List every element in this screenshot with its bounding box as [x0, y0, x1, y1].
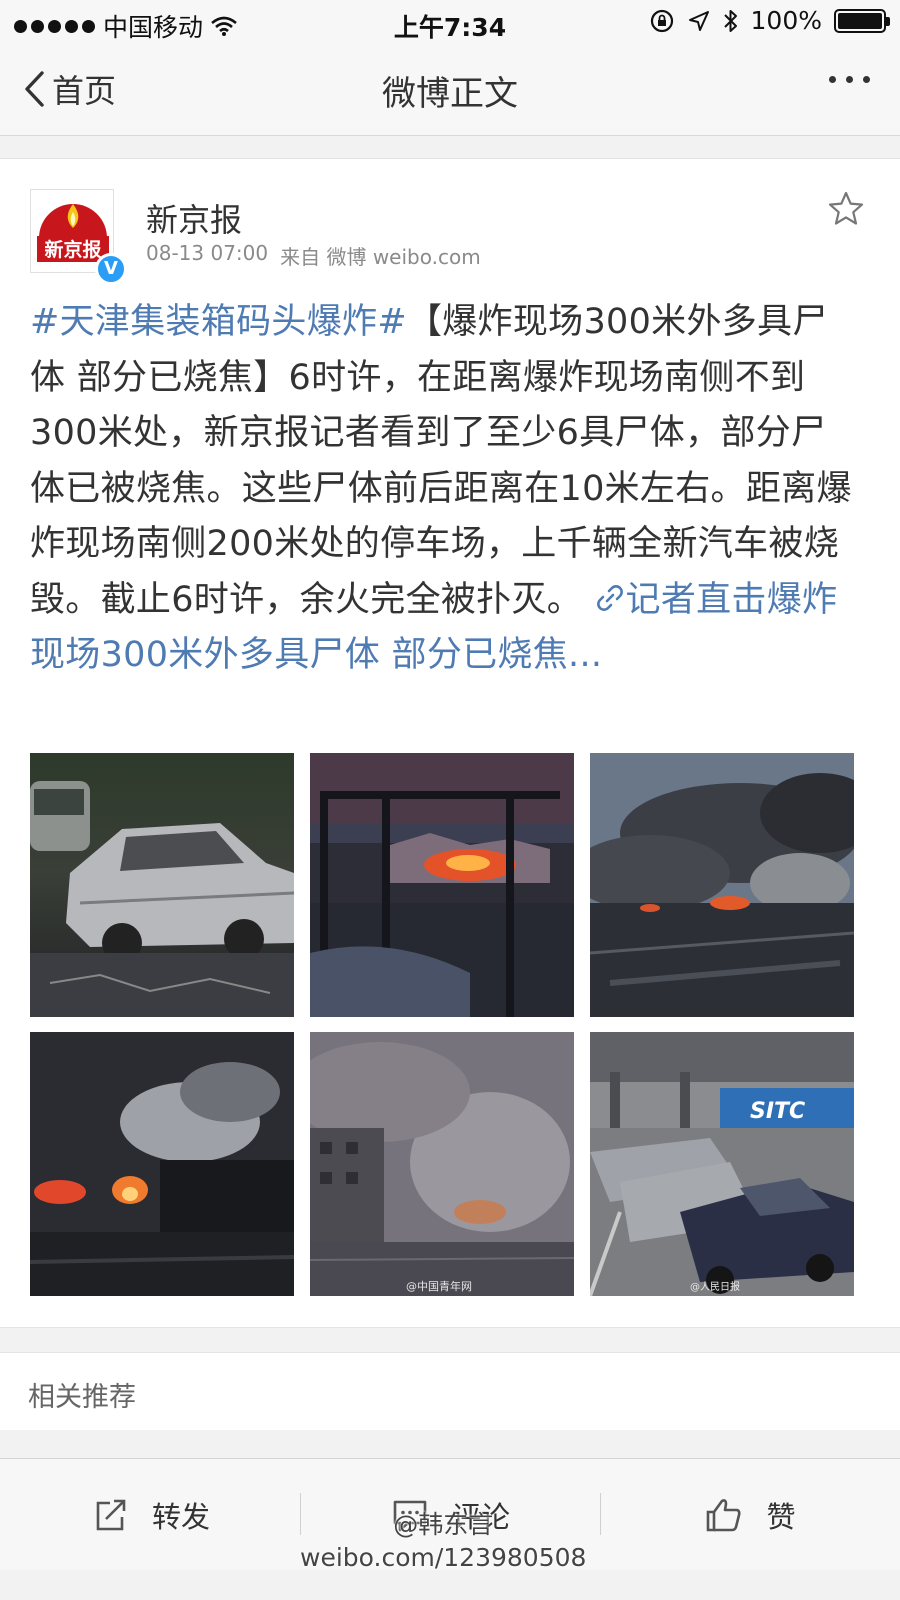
photo-watermark-cyol: @中国青年网	[406, 1279, 472, 1293]
more-dot-icon	[846, 76, 853, 83]
like-button[interactable]: 赞	[600, 1459, 900, 1570]
photo-night-fire[interactable]	[30, 1032, 294, 1296]
battery-fill	[838, 12, 882, 29]
repost-icon	[96, 1499, 126, 1530]
post-body: #天津集装箱码头爆炸#【爆炸现场300米外多具尸体 部分已烧焦】6时许，在距离爆…	[30, 295, 860, 684]
damaged-cars-image: SITC @人民日报	[590, 1032, 854, 1296]
post-meta: 08-13 07:00 来自 微博 weibo.com	[146, 241, 481, 270]
watermark: @韩东言 weibo.com/123980508	[300, 1508, 586, 1574]
more-dot-icon	[863, 76, 870, 83]
container-label: SITC	[750, 1099, 805, 1124]
rotation-lock-icon	[650, 9, 673, 32]
hashtag-link[interactable]: #天津集装箱码头爆炸#	[30, 302, 407, 342]
post-date: 08-13 07:00	[146, 241, 269, 265]
status-right: 100%	[649, 6, 890, 35]
star-icon[interactable]	[826, 189, 866, 229]
watermark-url: weibo.com/123980508	[300, 1543, 587, 1572]
post-card: 新京报 V 新京报 08-13 07:00 来自 微博 weibo.com #天…	[0, 158, 900, 1328]
link-icon[interactable]	[594, 582, 626, 614]
bluetooth-icon	[723, 9, 737, 32]
repost-button[interactable]: 转发	[0, 1459, 300, 1570]
post-source: 来自 微博 weibo.com	[280, 241, 481, 270]
photo-damaged-cars[interactable]: SITC @人民日报	[590, 1032, 854, 1296]
photo-smoke-buildings[interactable]: @中国青年网	[310, 1032, 574, 1296]
fire-window-image	[310, 753, 574, 1017]
thumbs-up-icon	[707, 1498, 742, 1531]
avatar-text: 新京报	[44, 238, 101, 261]
watermark-handle: @韩东言	[393, 1510, 494, 1539]
photo-fire-window[interactable]	[310, 753, 574, 1017]
more-button[interactable]	[829, 76, 870, 83]
night-fire-image	[30, 1032, 294, 1296]
author-name[interactable]: 新京报	[146, 195, 242, 241]
photo-burned-car[interactable]	[30, 753, 294, 1017]
photo-smoke-port[interactable]	[590, 753, 854, 1017]
battery-percent: 100%	[750, 6, 822, 35]
photo-watermark-peoples-daily: @人民日报	[690, 1280, 740, 1293]
post-text: 【爆炸现场300米外多具尸体 部分已烧焦】6时许，在距离爆炸现场南侧不到300米…	[30, 302, 852, 620]
verified-badge: V	[95, 253, 127, 285]
burned-car-image	[30, 753, 294, 1017]
source-prefix: 来自	[280, 245, 321, 269]
smoke-buildings-image: @中国青年网	[310, 1032, 574, 1296]
related-title: 相关推荐	[28, 1382, 136, 1413]
more-dot-icon	[829, 76, 836, 83]
source-name: 微博 weibo.com	[326, 245, 481, 269]
repost-label: 转发	[151, 1499, 210, 1534]
related-section: 相关推荐	[0, 1352, 900, 1430]
location-icon	[688, 10, 709, 31]
smoke-port-image	[590, 753, 854, 1017]
status-bar: 中国移动 上午7:34 100%	[0, 0, 900, 44]
photo-grid: @中国青年网 SITC @人民日报	[30, 753, 854, 1296]
page-title: 微博正文	[382, 74, 518, 114]
battery-icon	[834, 8, 890, 33]
nav-bar: 首页 微博正文	[0, 44, 900, 136]
like-label: 赞	[766, 1499, 796, 1534]
